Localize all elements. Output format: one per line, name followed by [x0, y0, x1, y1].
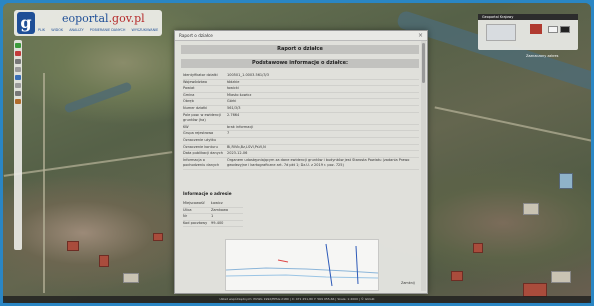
menu-item-view[interactable]: WIDOK — [51, 28, 63, 32]
main-menu: PLIK WIDOK ANALIZY POBIERANIE DANYCH WYS… — [38, 28, 163, 32]
scrollbar-thumb[interactable] — [422, 43, 425, 83]
info-icon[interactable] — [15, 67, 21, 72]
close-button[interactable]: Zamknij — [401, 281, 415, 285]
overview-title: Geoportal Krajowy — [478, 14, 578, 20]
dialog-title: Raport o działce — [175, 31, 427, 41]
parcel-report-dialog: Raport o działce × Raport o działce Pods… — [174, 30, 428, 294]
overview-map[interactable] — [486, 24, 516, 41]
building — [123, 273, 139, 283]
youtube-icon[interactable] — [530, 24, 542, 34]
toggle-button[interactable] — [548, 26, 558, 33]
logo-text[interactable]: eoportal.gov.pl — [62, 12, 145, 25]
table-row: Grupa rejestrowa 7 — [183, 131, 419, 138]
building — [67, 241, 79, 251]
table-row: Nr 1 — [183, 214, 243, 221]
logo-icon[interactable]: g — [17, 12, 35, 34]
building — [473, 243, 483, 253]
menu-item-search[interactable]: WYSZUKIWANIE — [132, 28, 159, 32]
road — [43, 73, 45, 293]
table-row: Oznaczenie użytku — [183, 138, 419, 145]
pan-icon[interactable] — [15, 59, 21, 64]
status-bar: Układ współrzędnych: PUWG 1992/EPSG:2180… — [3, 296, 591, 303]
table-row: Pole pow. w ewidencji gruntów (ha) 2.7664 — [183, 113, 419, 125]
menu-item-file[interactable]: PLIK — [38, 28, 45, 32]
print-icon[interactable] — [15, 83, 21, 88]
address-table: Miejscowość Łowicz Ulica Zamkowa Nr 1 Kod p… — [183, 201, 243, 228]
close-icon[interactable]: × — [418, 31, 423, 41]
building — [451, 271, 463, 281]
table-row: KW brak informacji — [183, 125, 419, 132]
table-row: Powiat łowicki — [183, 86, 419, 93]
table-row: Gmina Miasto Łowicz — [183, 93, 419, 100]
table-row: Informacja o pochodzeniu danych Organem u… — [183, 158, 419, 170]
table-row: Województwo łódzkie — [183, 80, 419, 87]
parcel-preview-map — [225, 239, 379, 291]
table-row: Numer działki 561/3/3 — [183, 106, 419, 113]
table-row: Oznaczenie konturu Bi,RIVb,Bz,LSVI,PsVI,N — [183, 145, 419, 152]
left-toolbar — [14, 40, 22, 250]
table-row: Identyfikator działki 100501_1.0003.561/3… — [183, 73, 419, 80]
address-heading: Informacje o adresie — [183, 191, 232, 196]
basic-info-heading: Podstawowe informacje o działce: — [181, 59, 419, 68]
table-row: Ulica Zamkowa — [183, 208, 243, 215]
table-row: Miejscowość Łowicz — [183, 201, 243, 208]
zoom-out-icon[interactable] — [15, 51, 21, 56]
building — [523, 283, 547, 297]
toggle-button[interactable] — [560, 26, 570, 33]
report-heading: Raport o działce — [181, 45, 419, 54]
table-row: Kod pocztowy 99-400 — [183, 221, 243, 228]
table-row: Data publikacji danych 2023-12-06 — [183, 151, 419, 158]
building — [551, 271, 571, 283]
measure-icon[interactable] — [15, 75, 21, 80]
building — [153, 233, 163, 241]
scale-label: Zaznaczony zakres — [526, 54, 559, 58]
layers-icon[interactable] — [15, 91, 21, 96]
table-row: Obręb Górki — [183, 99, 419, 106]
menu-item-download[interactable]: POBIERANIE DANYCH — [90, 28, 126, 32]
building — [99, 255, 109, 267]
menu-item-analysis[interactable]: ANALIZY — [69, 28, 83, 32]
parcel-info-table: Identyfikator działki 100501_1.0003.561/3… — [183, 73, 419, 170]
zoom-in-icon[interactable] — [15, 43, 21, 48]
draw-icon[interactable] — [15, 99, 21, 104]
building — [523, 203, 539, 215]
building — [559, 173, 573, 189]
